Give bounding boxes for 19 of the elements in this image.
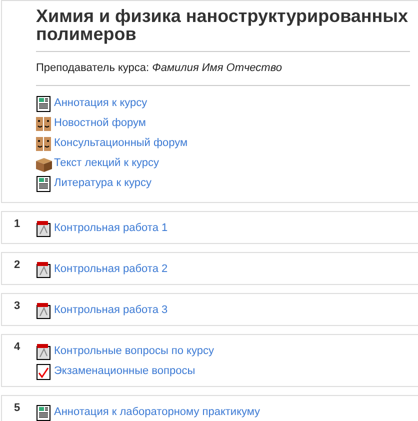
course-title: Химия и физика наноструктурированных полимеров xyxy=(36,7,410,43)
resource-link[interactable]: Контрольные вопросы по курсу xyxy=(54,343,214,360)
resource-link[interactable]: Консультационный форум xyxy=(54,135,188,152)
resource-link[interactable]: Контрольная работа 1 xyxy=(54,220,168,237)
section-number: 2 xyxy=(14,258,20,270)
teacher-label: Преподаватель курса: xyxy=(36,62,150,74)
resource-link[interactable]: Новостной форум xyxy=(54,115,146,132)
section-number: 1 xyxy=(14,218,20,230)
teacher-name: Фамилия Имя Отчество xyxy=(152,62,282,74)
resource-link[interactable]: Контрольная работа 2 xyxy=(54,261,168,278)
resource-link[interactable]: Экзаменационные вопросы xyxy=(54,363,196,380)
resource-link[interactable]: Текст лекций к курсу xyxy=(54,155,160,172)
section-number: 4 xyxy=(14,340,20,352)
section-number: 3 xyxy=(14,300,20,312)
resource-link[interactable]: Контрольная работа 3 xyxy=(54,302,168,319)
section-number: 5 xyxy=(14,402,20,414)
resource-link[interactable]: Литература к курсу xyxy=(54,175,152,192)
resource-link[interactable]: Аннотация к курсу xyxy=(54,95,148,112)
resource-link[interactable]: Аннотация к лабораторному практикуму xyxy=(54,404,260,421)
